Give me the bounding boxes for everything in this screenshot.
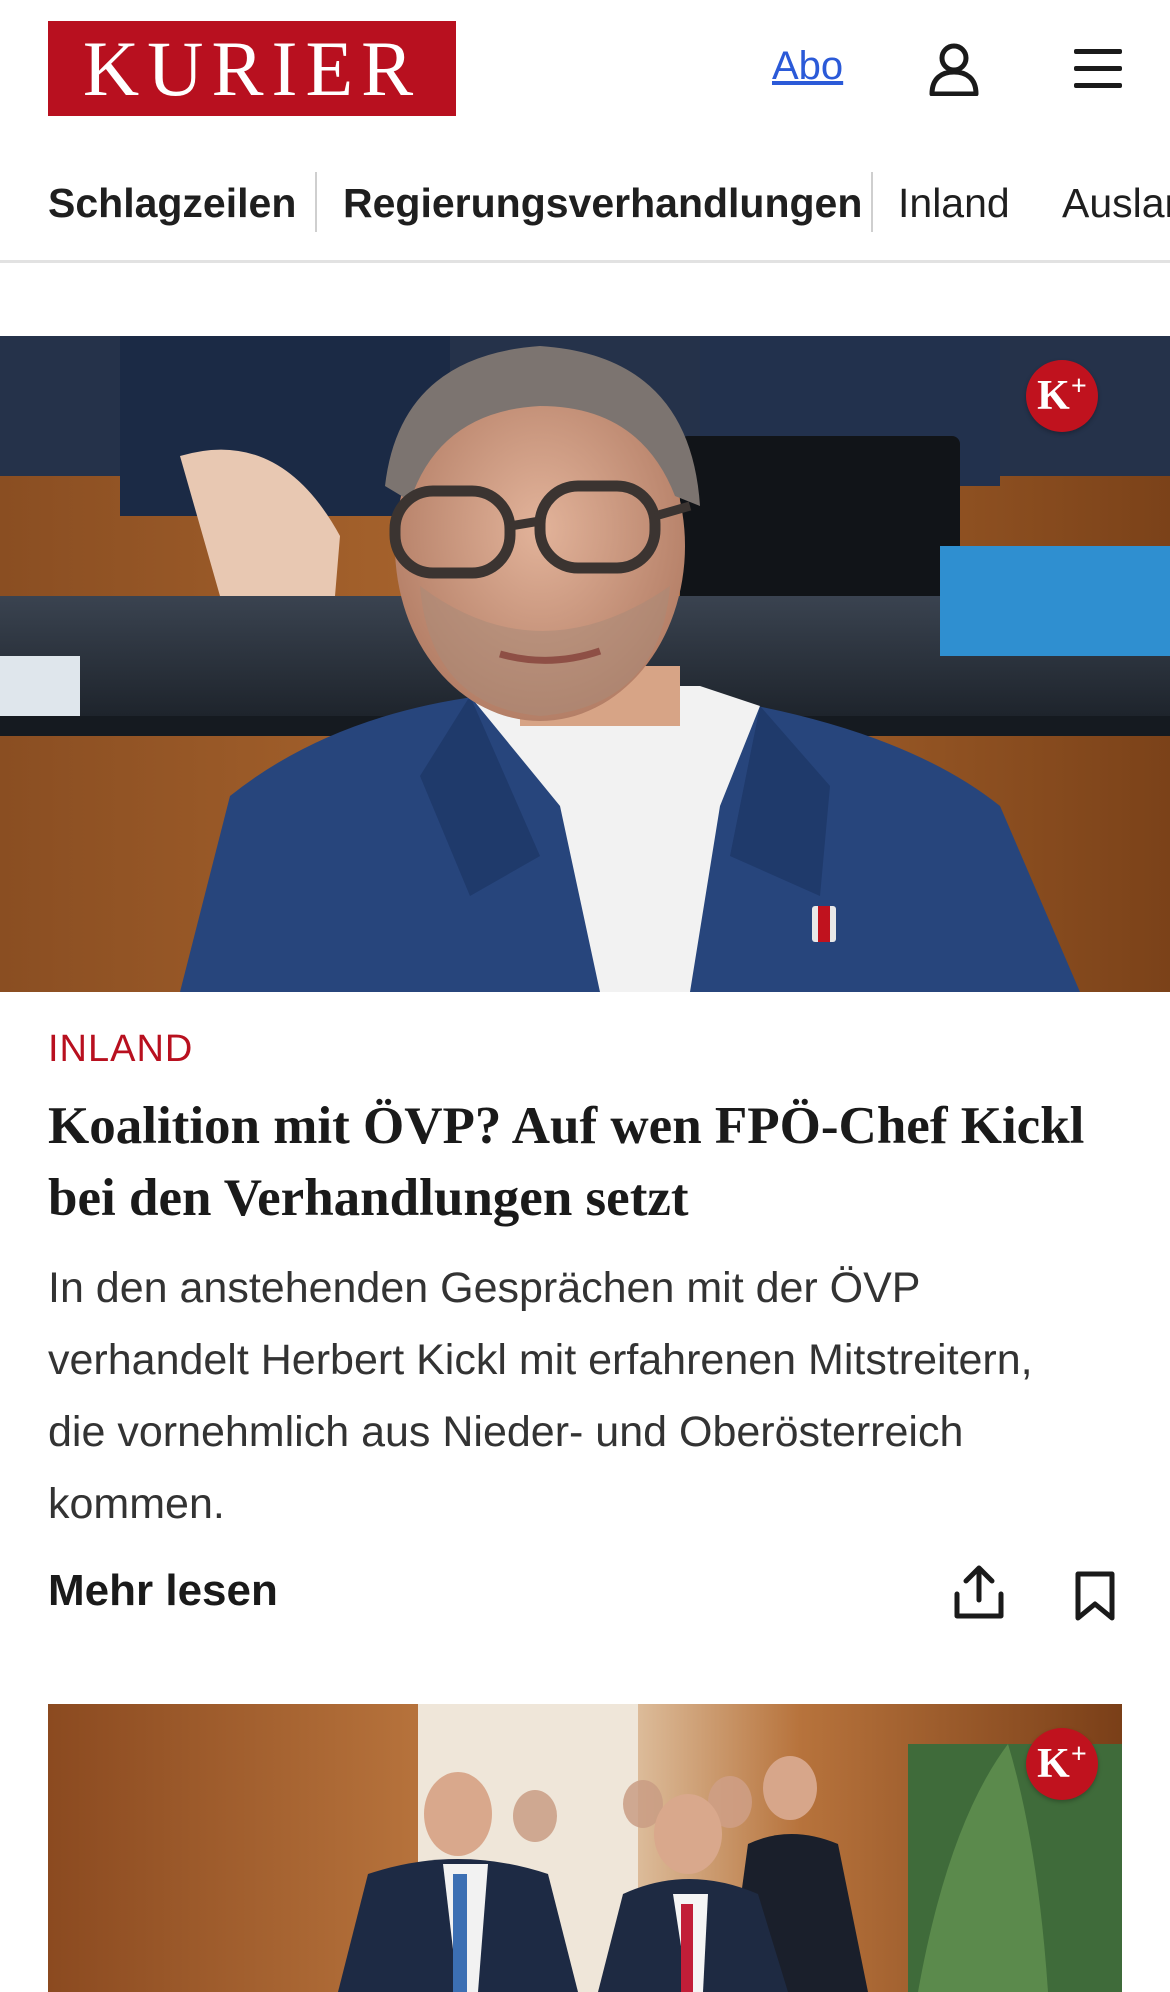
hamburger-menu-icon[interactable]	[1072, 46, 1124, 92]
kplus-badge-icon: K +	[1026, 1728, 1098, 1800]
abo-link[interactable]: Abo	[772, 44, 843, 89]
site-header: KURIER Abo	[0, 0, 1170, 145]
nav-item-inland[interactable]: Inland	[898, 178, 1010, 228]
article-photo	[0, 336, 1170, 992]
kurier-logo[interactable]: KURIER	[48, 21, 456, 116]
article-photo	[48, 1704, 1122, 1992]
article-image[interactable]: K +	[48, 1704, 1122, 1992]
article-category[interactable]: INLAND	[48, 1028, 193, 1071]
nav-item-regierungsverhandlungen[interactable]: Regierungsverhandlungen	[343, 178, 862, 228]
read-more-link[interactable]: Mehr lesen	[48, 1566, 278, 1616]
nav-divider	[315, 172, 317, 232]
kplus-badge-icon: K +	[1026, 360, 1098, 432]
nav-item-ausland[interactable]: Ausland	[1062, 178, 1170, 228]
user-icon[interactable]	[928, 42, 980, 96]
share-icon[interactable]	[952, 1564, 1006, 1620]
article-headline[interactable]: Koalition mit ÖVP? Auf wen FPÖ-Chef Kick…	[48, 1090, 1118, 1234]
article-image[interactable]: K +	[0, 336, 1170, 992]
section-nav: Schlagzeilen Regierungsverhandlungen Inl…	[0, 160, 1170, 263]
bookmark-icon[interactable]	[1072, 1570, 1118, 1622]
nav-divider	[871, 172, 873, 232]
article-teaser: In den anstehenden Gesprächen mit der ÖV…	[48, 1264, 1033, 1528]
nav-item-schlagzeilen[interactable]: Schlagzeilen	[48, 178, 296, 228]
